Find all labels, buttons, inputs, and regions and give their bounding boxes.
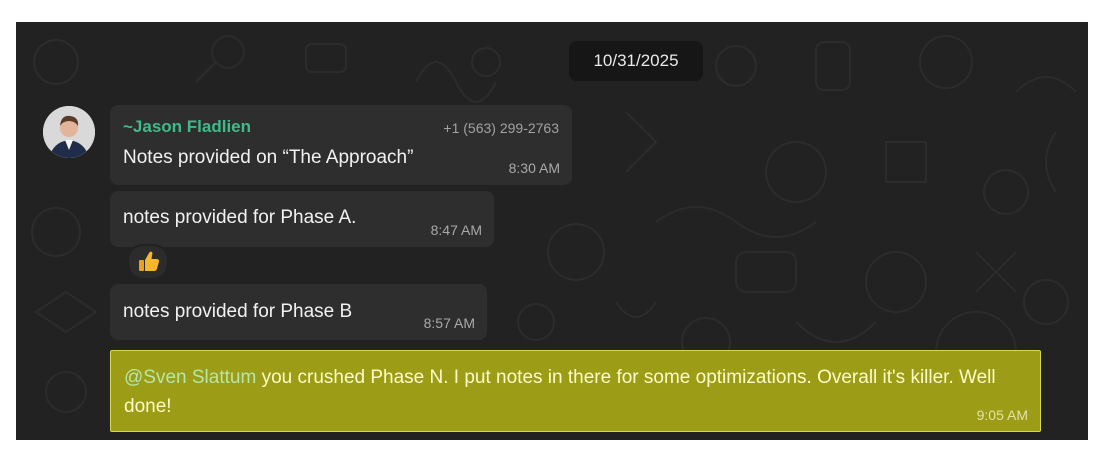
message-text: @Sven Slattum you crushed Phase N. I put… — [124, 363, 1028, 421]
sender-avatar[interactable] — [43, 106, 95, 158]
message-bubble-highlighted[interactable]: @Sven Slattum you crushed Phase N. I put… — [110, 350, 1041, 432]
message-text: Notes provided on “The Approach” — [123, 147, 414, 168]
message-bubble-3[interactable]: notes provided for Phase B 8:57 AM — [110, 284, 487, 340]
message-time: 8:57 AM — [423, 315, 475, 331]
mention-link[interactable]: @Sven Slattum — [124, 367, 256, 388]
chat-panel[interactable]: 10/31/2025 ~Jason Fladlien +1 (563) 299-… — [16, 22, 1088, 440]
message-text: notes provided for Phase A. — [123, 207, 357, 228]
message-bubble-2[interactable]: notes provided for Phase A. 8:47 AM — [110, 191, 494, 247]
message-time: 9:05 AM — [976, 407, 1028, 423]
message-reaction[interactable] — [127, 244, 169, 280]
sender-phone: +1 (563) 299-2763 — [443, 120, 559, 136]
message-bubble-1[interactable]: ~Jason Fladlien +1 (563) 299-2763 Notes … — [110, 105, 572, 185]
message-text: notes provided for Phase B — [123, 301, 353, 322]
date-divider: 10/31/2025 — [569, 41, 703, 81]
message-time: 8:30 AM — [508, 160, 560, 176]
thumbs-up-icon — [139, 251, 159, 271]
sender-name[interactable]: ~Jason Fladlien — [123, 117, 251, 137]
avatar-photo — [43, 106, 95, 158]
message-time: 8:47 AM — [430, 222, 482, 238]
